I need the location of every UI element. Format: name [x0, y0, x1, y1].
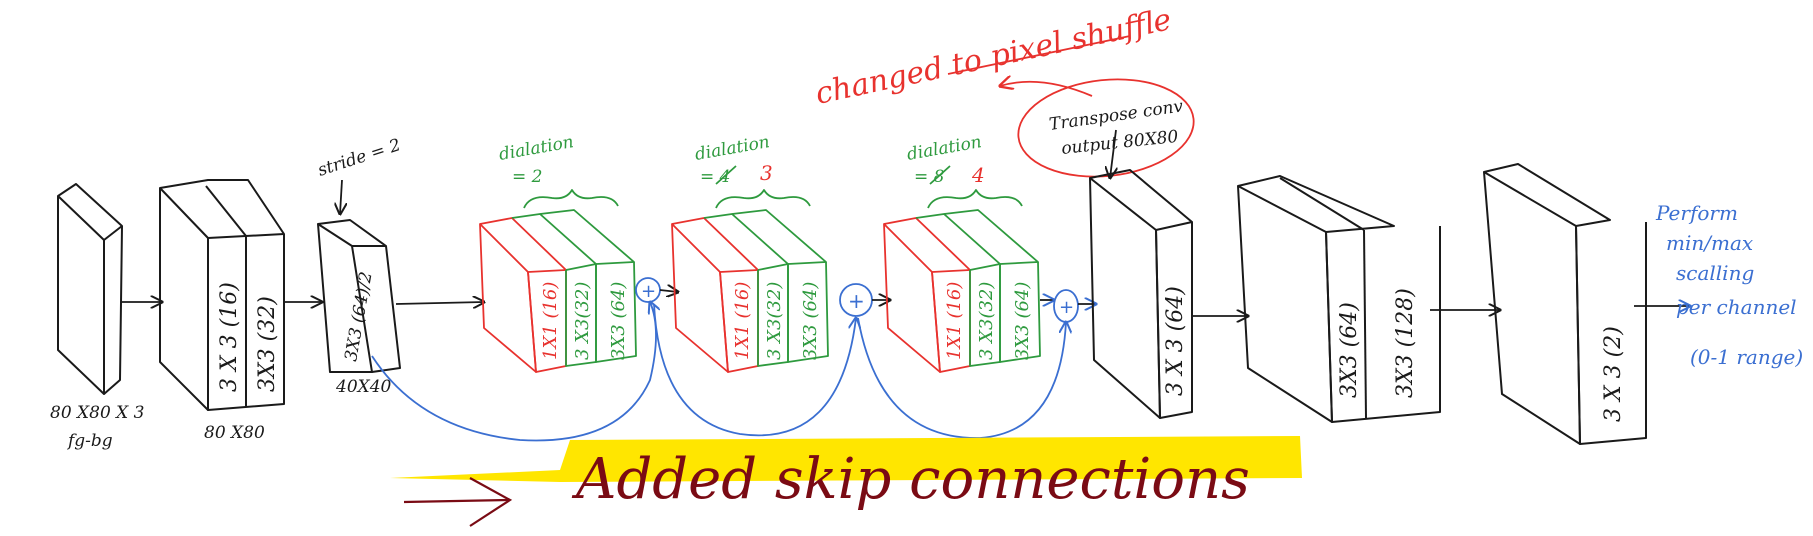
- dil3-label-1: dialation: [905, 132, 983, 165]
- add-node-2-symbol: +: [848, 289, 865, 313]
- dil2-layer-3: 3X3 (64): [800, 282, 821, 360]
- dil3-label-new: 4: [971, 163, 985, 187]
- skip-note-text: Added skip connections: [571, 447, 1250, 512]
- dil-block-1: 1X1 (16) 3 X3(32) 3X3 (64) dialation = 2: [479, 132, 637, 373]
- block1-layer-b-label: 3X3 (32): [255, 296, 280, 392]
- input-fgbg-label: fg-bg: [66, 431, 113, 451]
- block2-size-label: 40X40: [335, 377, 392, 397]
- add-node-1-symbol: +: [641, 281, 656, 302]
- input-tensor: 80 X80 X 3 fg-bg: [50, 183, 145, 451]
- scaling-note-line3: scalling: [1676, 261, 1754, 285]
- dil2-label-new: 3: [760, 161, 773, 185]
- dil-block-2: 1X1 (16) 3 X3(32) 3X3 (64) dialation = 4…: [671, 132, 829, 373]
- dil1-layer-1: 1X1 (16): [540, 282, 561, 360]
- dil1-label-2: = 2: [512, 167, 542, 187]
- pixel-shuffle-text: changed to pixel shuffle: [812, 2, 1174, 112]
- pixel-shuffle-note: changed to pixel shuffle: [812, 2, 1174, 112]
- transpose-note: Transpose conv output 80X80: [1017, 78, 1195, 185]
- skip-note: Added skip connections: [390, 436, 1302, 527]
- dil1-layer-2: 3 X3(32): [572, 282, 593, 360]
- transpose-note-line2: output 80X80: [1060, 127, 1179, 159]
- block4: 3X3 (64) 3X3 (128): [1237, 175, 1441, 423]
- scaling-note: Perform min/max scalling per channel (0-…: [1655, 201, 1803, 369]
- block-transpose: 3 X 3 (64): [1089, 169, 1193, 419]
- dil1-layer-3: 3X3 (64): [608, 282, 629, 360]
- scaling-note-line2: min/max: [1666, 231, 1753, 255]
- dil2-label-1: dialation: [693, 132, 771, 165]
- block1: 3 X 3 (16) 3X3 (32) 80 X80: [159, 179, 285, 443]
- dil-block-3: 1X1 (16) 3 X3(32) 3X3 (64) dialation = 8…: [883, 132, 1041, 373]
- dil2-layer-1: 1X1 (16): [732, 282, 753, 360]
- block4-layer-b-label: 3X3 (128): [1393, 288, 1418, 398]
- block1-size-label: 80 X80: [204, 423, 265, 443]
- dil3-layer-3: 3X3 (64): [1012, 282, 1033, 360]
- arrow-block2-to-dil1: [395, 302, 484, 304]
- block2: 3X3 (64)/2 40X40 stride = 2: [315, 135, 403, 397]
- add-node-3-symbol: +: [1059, 297, 1074, 318]
- add-node-1: +: [635, 277, 661, 303]
- dil2-layer-2: 3 X3(32): [764, 282, 785, 360]
- dil3-label-old: = 8: [914, 167, 945, 187]
- network-diagram: 80 X80 X 3 fg-bg 3 X 3 (16) 3X3 (32) 80 …: [50, 2, 1803, 527]
- scaling-note-line5: (0-1 range): [1690, 345, 1803, 369]
- block1-layer-a-label: 3 X 3 (16): [217, 282, 242, 392]
- block2-layer-label: 3X3 (64)/2: [341, 270, 376, 363]
- input-size-label: 80 X80 X 3: [50, 403, 145, 423]
- block5: 3 X 3 (2): [1483, 163, 1647, 445]
- stride-note: stride = 2: [315, 135, 403, 181]
- block-t-layer-label: 3 X 3 (64): [1163, 286, 1188, 396]
- dil3-layer-1: 1X1 (16): [944, 282, 965, 360]
- add-node-2: +: [839, 283, 873, 317]
- block5-layer-label: 3 X 3 (2): [1601, 326, 1626, 422]
- add-node-3: +: [1040, 289, 1079, 323]
- dil1-label-1: dialation: [497, 132, 575, 165]
- dil3-layer-2: 3 X3(32): [976, 282, 997, 360]
- dil2-label-old: = 4: [700, 167, 730, 187]
- scaling-note-line1: Perform: [1655, 201, 1738, 225]
- block4-layer-a-label: 3X3 (64): [1337, 302, 1362, 398]
- scaling-note-line4: per channel: [1676, 295, 1797, 319]
